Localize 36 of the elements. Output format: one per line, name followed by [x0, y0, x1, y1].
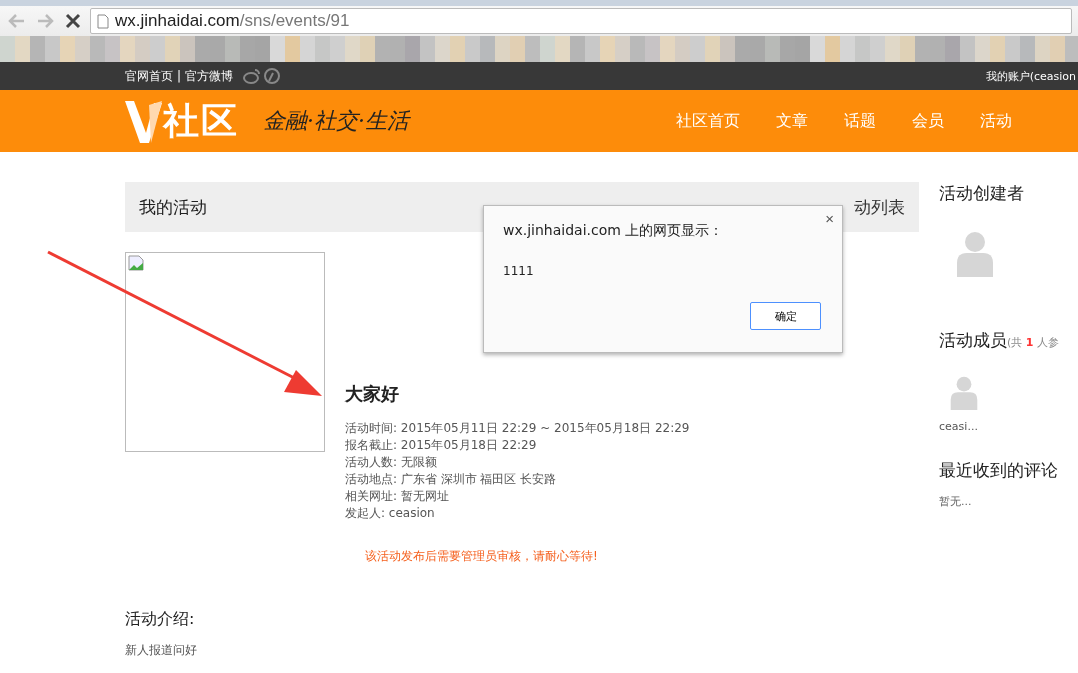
event-detail: 相关网址: 暂无网址 — [345, 488, 450, 505]
dialog-message: 1111 — [503, 264, 534, 278]
intro-text: 新人报道问好 — [125, 642, 198, 659]
member-count: (共 1 人参 — [1007, 336, 1059, 349]
member-name[interactable]: ceasi... — [939, 420, 1078, 433]
close-button[interactable]: × — [825, 210, 834, 227]
back-link[interactable]: 动列表 — [854, 195, 906, 219]
v-logo-icon — [125, 99, 163, 143]
section-title: 我的活动 — [139, 195, 207, 219]
top-link[interactable]: 官方微博 — [185, 67, 234, 85]
event-detail: 活动地点: 广东省 深圳市 福田区 长安路 — [345, 471, 558, 488]
slogan: 金融·社交·生活 — [263, 107, 409, 135]
review-notice: 该活动发布后需要管理员审核，请耐心等待! — [365, 548, 599, 565]
intro-heading: 活动介绍: — [125, 609, 196, 630]
circle-icon[interactable] — [263, 67, 282, 85]
ok-button[interactable]: 确定 — [750, 302, 821, 330]
page-icon — [97, 13, 109, 29]
comments-heading: 最近收到的评论 — [939, 459, 1060, 482]
event-title: 大家好 — [345, 382, 400, 406]
avatar-icon — [955, 231, 996, 277]
avatar-icon — [949, 376, 980, 410]
comments-empty: 暂无... — [939, 494, 973, 509]
event-detail: 报名截止: 2015年05月18日 22:29 — [345, 437, 538, 454]
logo-text: 社区 — [163, 98, 239, 143]
event-detail: 活动人数: 无限额 — [345, 454, 438, 471]
dialog-title: wx.jinhaidai.com 上的网页显示： — [503, 222, 724, 240]
top-link[interactable]: 官网首页 — [125, 67, 173, 85]
broken-image-icon — [128, 255, 144, 271]
creator-heading: 活动创建者 — [939, 182, 1026, 205]
event-detail: 发起人: ceasion — [345, 505, 436, 522]
event-detail: 活动时间: 2015年05月11日 22:29 ~ 2015年05月18日 22:29 — [345, 420, 690, 437]
account-link[interactable]: 我的账户(ceasion — [985, 68, 1076, 84]
members-heading: 活动成员 — [939, 330, 1008, 350]
weibo-icon[interactable] — [243, 67, 262, 85]
address-field[interactable]: wx.jinhaidai.com/sns/events/91 — [90, 8, 1072, 34]
separator: | — [177, 69, 182, 83]
